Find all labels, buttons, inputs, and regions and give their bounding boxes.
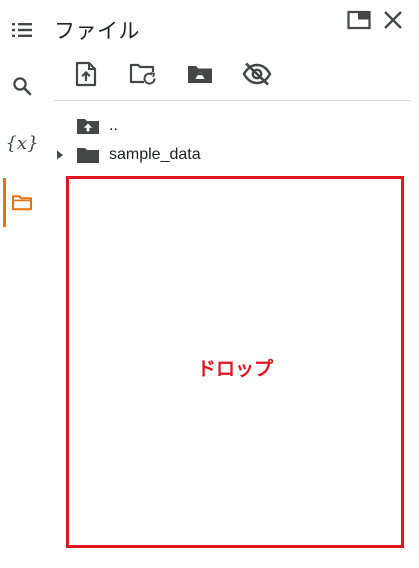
open-in-tab-icon	[347, 10, 371, 35]
variables-icon: {x}	[5, 132, 39, 154]
toc-list-icon	[11, 21, 33, 39]
upload-button[interactable]	[70, 60, 102, 92]
parent-folder-icon	[76, 114, 100, 138]
expand-arrow-icon[interactable]	[54, 149, 66, 161]
variables-button[interactable]: {x}	[4, 125, 40, 161]
upload-file-icon	[75, 61, 97, 92]
search-button[interactable]	[4, 68, 40, 104]
mount-drive-button[interactable]	[184, 60, 216, 92]
tree-item-label: sample_data	[109, 146, 201, 163]
tree-item-sample-data[interactable]: sample_data	[54, 143, 201, 167]
search-icon	[12, 76, 32, 96]
open-in-tab-button[interactable]	[347, 10, 371, 34]
panel-header-actions	[347, 10, 405, 34]
close-icon	[383, 10, 403, 35]
mount-drive-icon	[186, 63, 214, 90]
side-rail: {x}	[0, 0, 44, 568]
refresh-folder-icon	[129, 63, 157, 90]
hide-files-icon	[242, 62, 272, 91]
files-toolbar	[70, 60, 273, 92]
files-button[interactable]	[4, 184, 40, 220]
drop-zone[interactable]: ドロップ	[66, 176, 404, 548]
toc-button[interactable]	[4, 12, 40, 48]
hide-files-button[interactable]	[241, 60, 273, 92]
refresh-button[interactable]	[127, 60, 159, 92]
drop-zone-label: ドロップ	[196, 358, 273, 380]
tree-item-label: ..	[109, 117, 118, 134]
close-button[interactable]	[381, 10, 405, 34]
toolbar-divider	[54, 100, 411, 101]
tree-item-parent[interactable]: ..	[54, 114, 118, 138]
folder-icon	[76, 143, 100, 167]
folder-icon	[11, 193, 33, 211]
panel-title: ファイル	[54, 20, 140, 43]
